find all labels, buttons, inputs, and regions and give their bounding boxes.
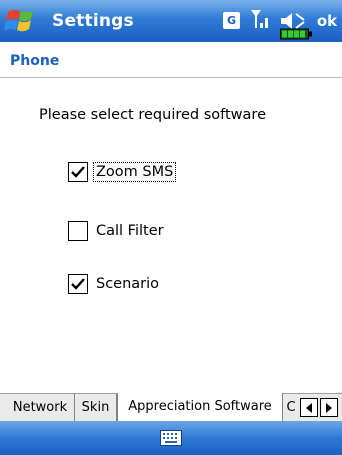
title-bar: Settings G ok: [0, 0, 342, 42]
zoom-sms-label[interactable]: Zoom SMS: [92, 162, 177, 182]
tab-appreciation-software[interactable]: Appreciation Software: [117, 393, 283, 422]
tab-partial[interactable]: C: [284, 394, 298, 422]
option-scenario[interactable]: Scenario: [68, 272, 161, 296]
tab-skin[interactable]: Skin: [75, 394, 117, 422]
call-filter-checkbox[interactable]: [68, 221, 88, 241]
tab-scroll-right-icon[interactable]: [320, 398, 338, 417]
option-zoom-sms[interactable]: Zoom SMS: [68, 160, 177, 184]
option-call-filter[interactable]: Call Filter: [68, 219, 166, 243]
menu-bar: [0, 421, 342, 455]
network-type-badge[interactable]: G: [223, 12, 240, 29]
battery-icon: [280, 28, 312, 40]
windows-flag-icon[interactable]: [4, 6, 42, 36]
tab-network[interactable]: Network: [6, 394, 75, 422]
section-title: Phone: [10, 53, 60, 69]
app-title: Settings: [52, 11, 134, 31]
section-header: Phone: [0, 42, 342, 78]
tab-scroll-left-icon[interactable]: [300, 398, 318, 417]
keyboard-icon[interactable]: [160, 430, 182, 446]
scenario-checkbox[interactable]: [68, 274, 88, 294]
tab-strip: Network Skin Appreciation Software C: [0, 393, 342, 422]
ok-button[interactable]: ok: [314, 9, 340, 33]
prompt-text: Please select required software: [39, 107, 266, 123]
scenario-label[interactable]: Scenario: [94, 275, 161, 293]
signal-icon[interactable]: [250, 8, 272, 34]
zoom-sms-checkbox[interactable]: [68, 162, 88, 182]
call-filter-label[interactable]: Call Filter: [94, 222, 166, 240]
